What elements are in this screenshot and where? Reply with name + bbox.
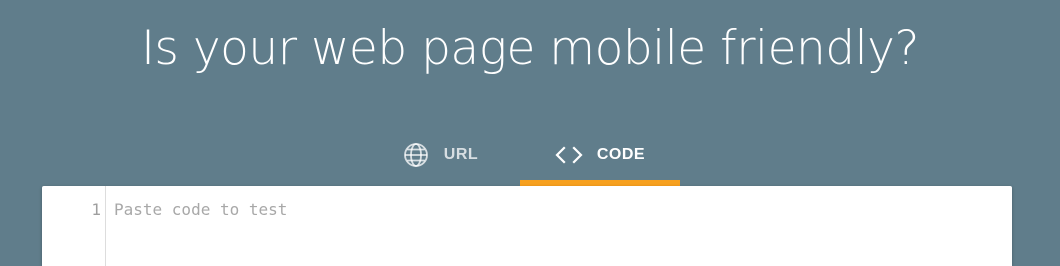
- tab-code[interactable]: CODE: [520, 124, 680, 186]
- code-editor: 1: [42, 186, 1012, 266]
- code-input[interactable]: [114, 201, 994, 219]
- code-brackets-icon: [555, 141, 583, 169]
- globe-icon: [402, 141, 430, 169]
- tab-url[interactable]: URL: [360, 124, 520, 186]
- input-mode-tabs: URL CODE: [0, 124, 1060, 186]
- tab-code-label: CODE: [596, 146, 646, 163]
- line-number-gutter: 1: [42, 186, 106, 266]
- page-title: Is your web page mobile friendly?: [141, 21, 919, 76]
- tab-url-label: URL: [443, 146, 479, 163]
- line-number: 1: [91, 200, 101, 219]
